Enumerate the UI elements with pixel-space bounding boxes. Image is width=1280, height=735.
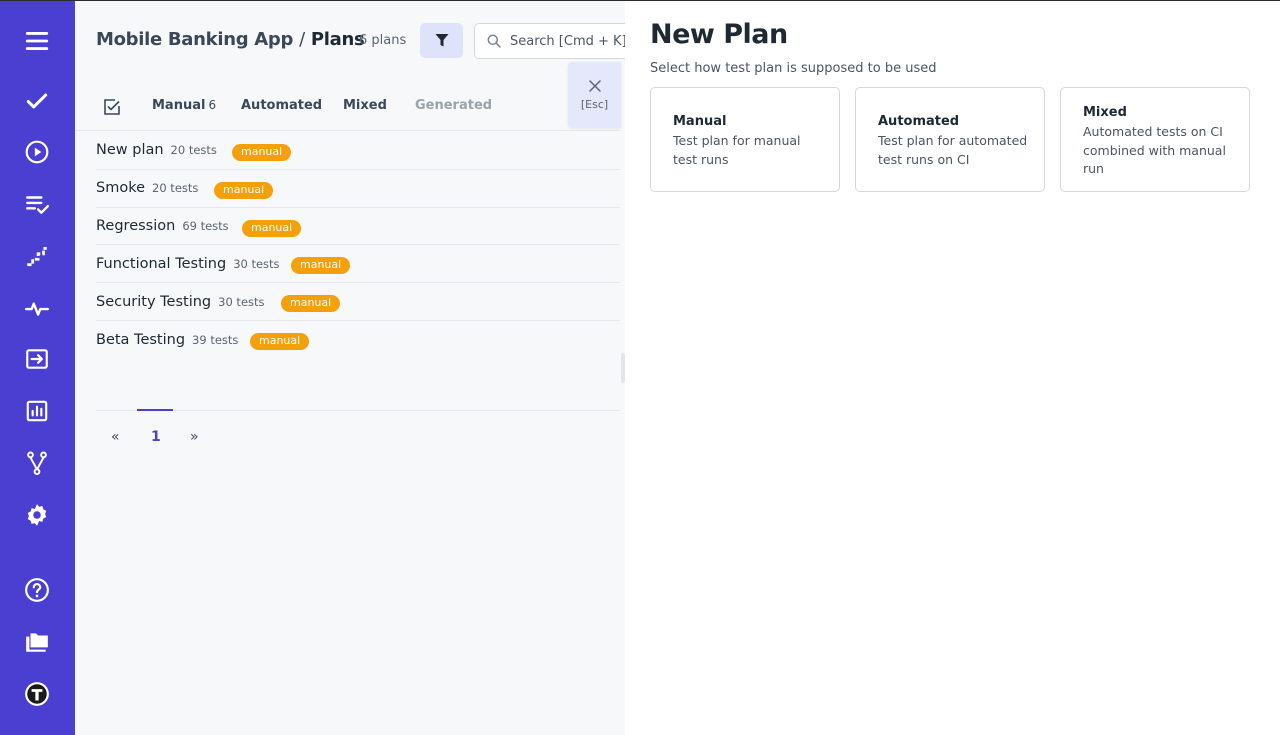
pagination-divider	[96, 410, 620, 411]
new-plan-title: New Plan	[650, 19, 788, 50]
plan-row[interactable]: Security Testing 30 tests manual	[96, 283, 620, 321]
breadcrumb-current: Plans	[310, 29, 365, 50]
analytics-icon[interactable]	[19, 393, 55, 429]
plan-name[interactable]: Security Testing	[96, 294, 211, 310]
pagination-active-indicator	[137, 409, 173, 411]
import-icon[interactable]	[19, 341, 55, 377]
checklist-icon[interactable]	[19, 186, 55, 222]
plan-type-badge: manual	[291, 257, 351, 275]
plan-type-card-manual[interactable]: Manual Test plan for manual test runs	[650, 87, 840, 192]
filter-icon	[435, 34, 448, 47]
plan-row[interactable]: Beta Testing 39 tests manual	[96, 321, 620, 359]
card-title: Mixed	[1083, 105, 1127, 120]
close-panel-button[interactable]: [Esc]	[568, 62, 621, 128]
tab-generated[interactable]: Generated	[415, 98, 492, 113]
card-description: Automated tests on CI combined with manu…	[1083, 124, 1226, 176]
plan-row[interactable]: Functional Testing 30 tests manual	[96, 245, 620, 284]
plan-row[interactable]: Smoke 20 tests manual	[96, 170, 620, 208]
plan-type-badge: manual	[281, 295, 341, 313]
play-circle-icon[interactable]	[19, 134, 55, 170]
new-plan-panel: New Plan Select how test plan is suppose…	[625, 1, 1280, 735]
plan-name[interactable]: Regression	[96, 218, 175, 234]
plan-type-badge: manual	[250, 332, 310, 350]
breadcrumb: Mobile Banking App / Plans	[96, 29, 365, 50]
search-box[interactable]	[474, 23, 634, 59]
plan-row[interactable]: New plan 20 tests manual	[96, 132, 620, 170]
esc-hint: [Esc]	[580, 97, 609, 111]
help-icon[interactable]	[19, 572, 55, 608]
pagination-prev[interactable]: «	[111, 429, 120, 445]
plans-list-panel: Mobile Banking App /Plans 6 plans Manual6…	[75, 1, 634, 735]
menu-icon[interactable]	[19, 23, 55, 59]
plans-count: 6 plans	[359, 33, 407, 48]
pagination-next[interactable]: »	[190, 429, 199, 445]
plan-name[interactable]: Functional Testing	[96, 256, 226, 272]
filter-button[interactable]	[420, 23, 463, 58]
plan-type-badge: manual	[214, 181, 274, 199]
card-title: Automated	[878, 114, 960, 129]
breadcrumb-project[interactable]: Mobile Banking App	[96, 29, 293, 50]
plan-type-card-mixed[interactable]: Mixed Automated tests on CI combined wit…	[1060, 87, 1250, 192]
plan-test-count: 69 tests	[182, 218, 229, 233]
steps-icon[interactable]	[19, 238, 55, 274]
window-top-border	[0, 0, 1280, 1]
tab-manual[interactable]: Manual 6	[152, 98, 216, 113]
branch-icon[interactable]	[19, 445, 55, 481]
plan-test-count: 39 tests	[192, 332, 239, 347]
check-icon[interactable]	[19, 83, 55, 119]
pagination-page-1[interactable]: 1	[151, 429, 161, 445]
plan-name[interactable]: New plan	[96, 142, 164, 158]
plan-name[interactable]: Smoke	[96, 180, 145, 196]
folder-icon[interactable]	[19, 624, 55, 660]
plan-test-count: 30 tests	[233, 256, 280, 271]
gear-icon[interactable]	[19, 497, 55, 533]
tab-automated[interactable]: Automated	[241, 98, 322, 113]
plan-list: New plan 20 tests manual Smoke 20 tests …	[96, 132, 620, 359]
plan-type-badge: manual	[232, 144, 292, 161]
plan-type-tabs: Manual 6 Automated Mixed Generated	[75, 89, 620, 131]
card-description: Test plan for manual test runs	[673, 133, 801, 167]
breadcrumb-separator: /	[299, 29, 305, 50]
tab-manual-count: 6	[208, 98, 217, 112]
user-avatar-icon[interactable]	[19, 676, 55, 712]
card-title: Manual	[673, 114, 727, 129]
plan-test-count: 30 tests	[218, 294, 265, 309]
plan-type-card-automated[interactable]: Automated Test plan for automated test r…	[855, 87, 1045, 192]
select-checklist-icon[interactable]	[102, 97, 122, 117]
tab-mixed[interactable]: Mixed	[343, 98, 387, 113]
plan-type-badge: manual	[242, 219, 302, 237]
plan-test-count: 20 tests	[170, 143, 217, 158]
close-icon	[588, 79, 601, 92]
new-plan-subtitle: Select how test plan is supposed to be u…	[650, 61, 937, 76]
pulse-icon[interactable]	[19, 290, 55, 326]
card-description: Test plan for automated test runs on CI	[878, 133, 1028, 167]
search-icon	[487, 34, 501, 48]
plan-row[interactable]: Regression 69 tests manual	[96, 208, 620, 246]
search-input[interactable]	[510, 33, 630, 49]
sidebar	[0, 0, 75, 735]
plan-test-count: 20 tests	[152, 181, 199, 196]
plan-name[interactable]: Beta Testing	[96, 332, 185, 348]
